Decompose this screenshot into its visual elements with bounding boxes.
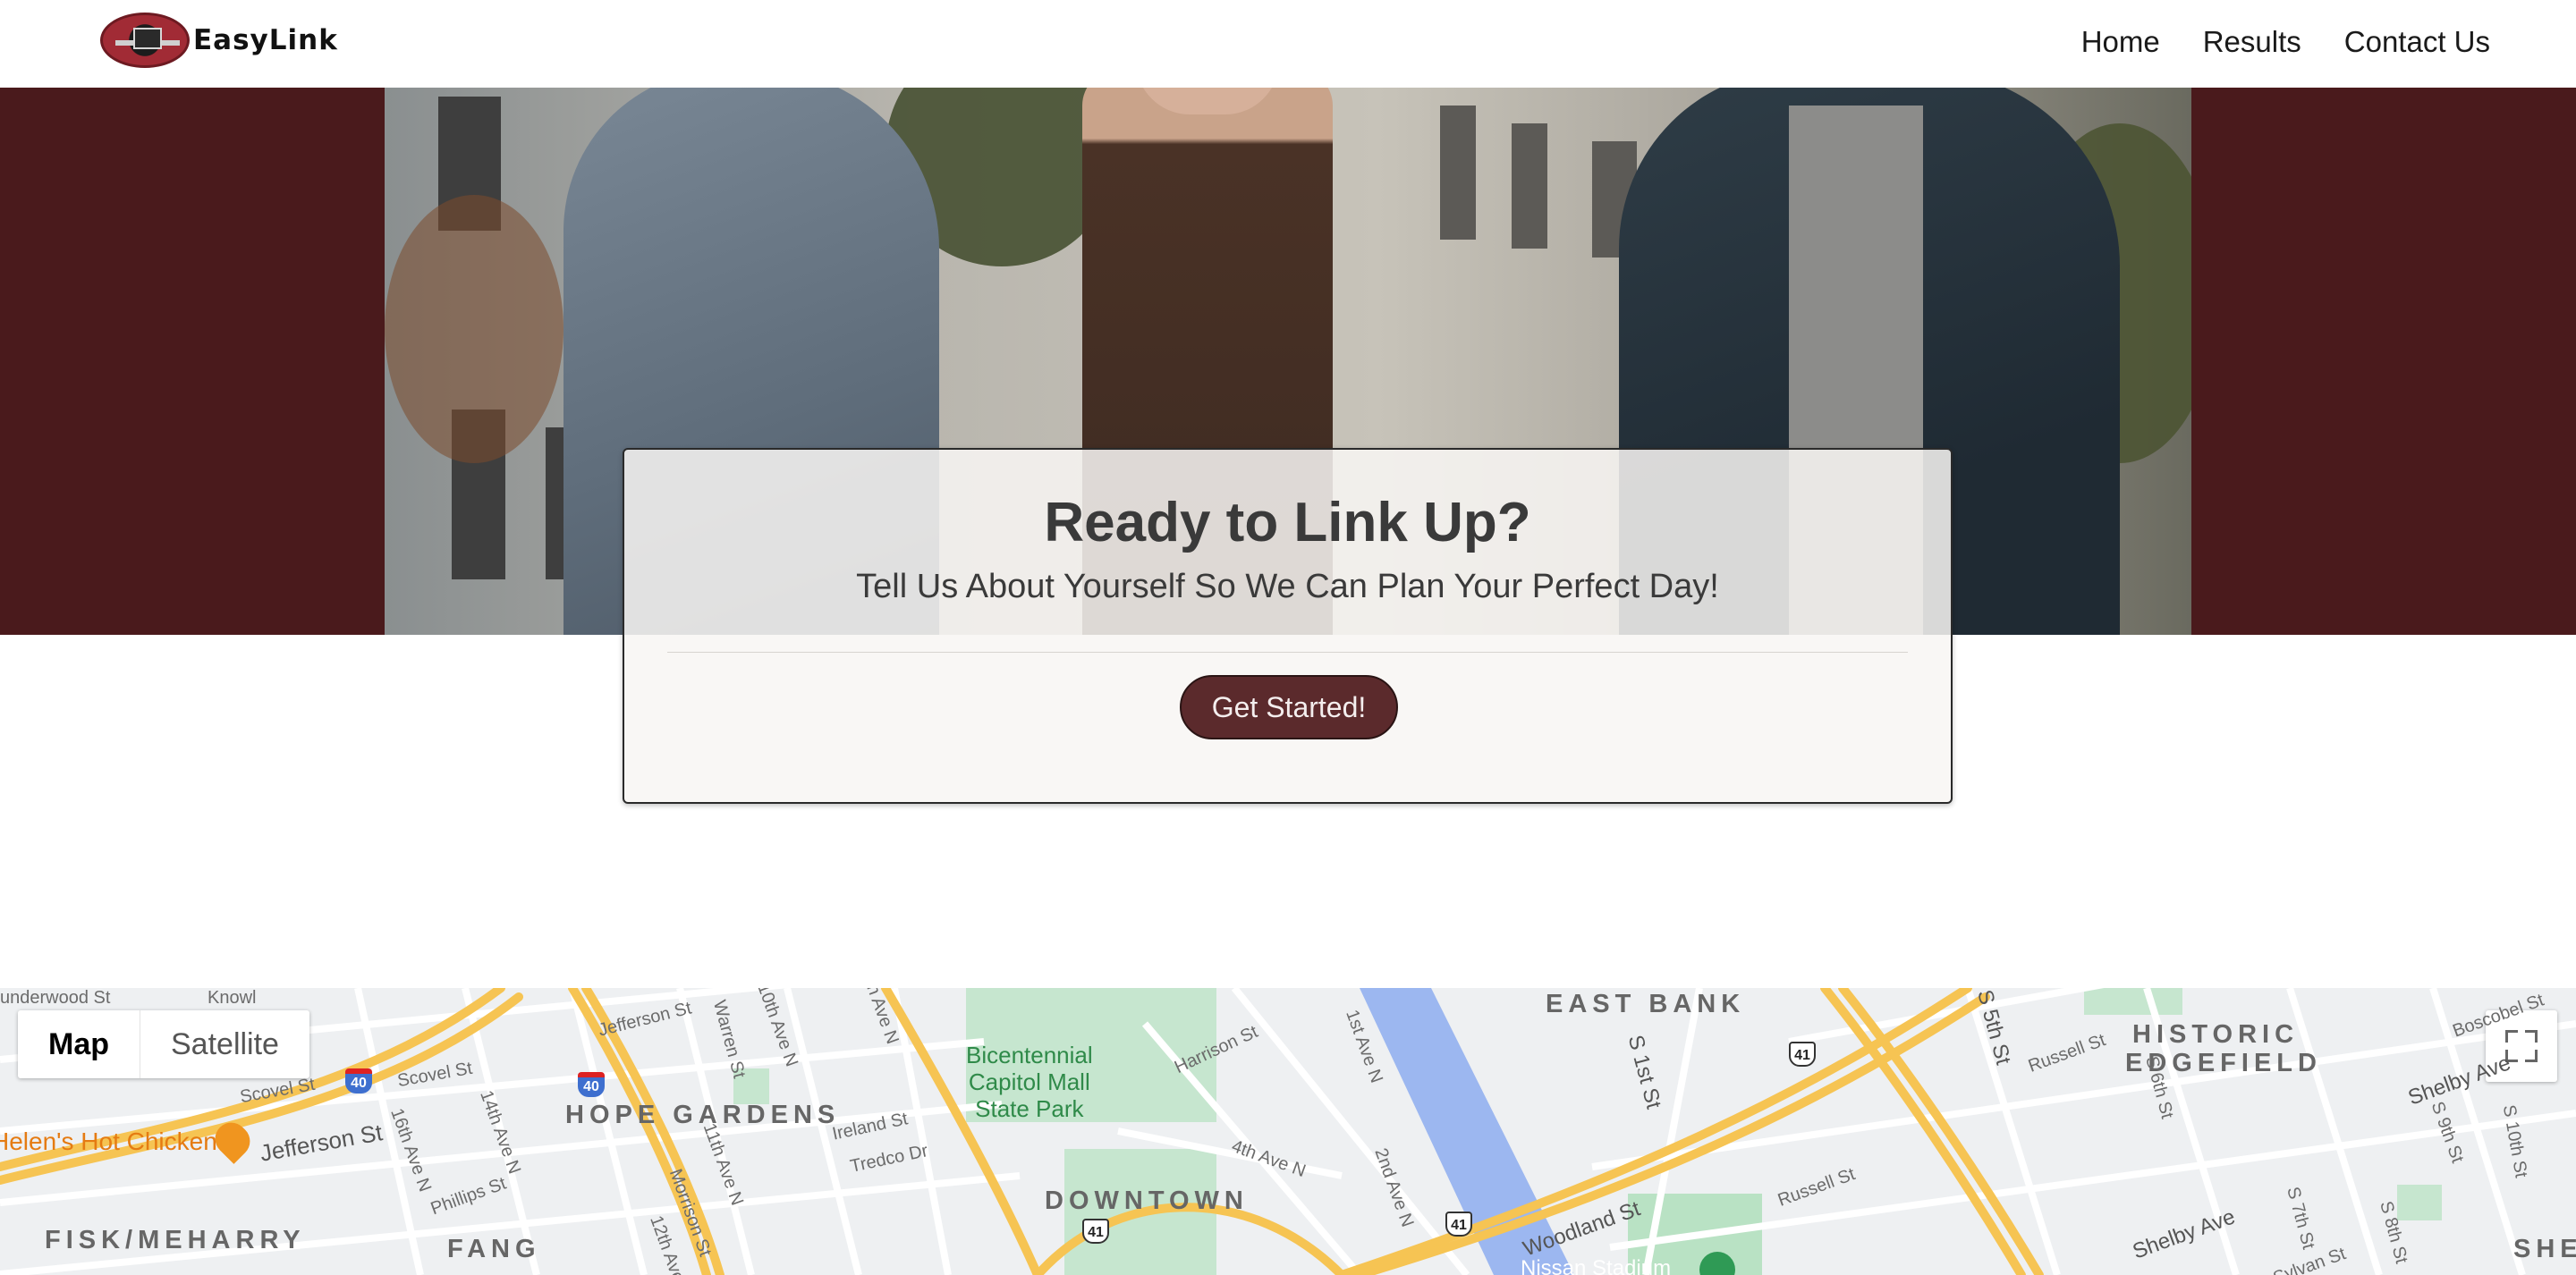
map-type-toggle: Map Satellite: [18, 1010, 309, 1078]
map-type-map[interactable]: Map: [18, 1010, 140, 1078]
street-label: underwood St: [0, 988, 111, 1008]
map-area-label: DOWNTOWN: [1045, 1186, 1249, 1215]
nav-link-home[interactable]: Home: [2081, 25, 2160, 59]
signup-card: Ready to Link Up? Tell Us About Yourself…: [623, 448, 1953, 804]
map-park-label: Bicentennial Capitol Mall State Park: [966, 1042, 1093, 1122]
brand-name: EasyLink: [193, 24, 338, 56]
map-area-label: SHE: [2513, 1235, 2576, 1263]
us-route-shield: 41: [1445, 1212, 1472, 1237]
get-started-button[interactable]: Get Started!: [1180, 675, 1398, 739]
logo-icon: [100, 13, 190, 68]
google-map[interactable]: Map Satellite EAST BANK HISTORIC EDGEFIE…: [0, 988, 2576, 1275]
nav-link-contact-us[interactable]: Contact Us: [2344, 25, 2490, 59]
stadium-label: Nissan Stadium: [1521, 1256, 1672, 1275]
nav-link-results[interactable]: Results: [2203, 25, 2301, 59]
map-area-label: FISK/MEHARRY: [45, 1226, 306, 1254]
card-divider: [667, 652, 1908, 653]
hero-section: Ready to Link Up? Tell Us About Yourself…: [0, 88, 2576, 804]
nav-links: Home Results Contact Us: [2081, 0, 2490, 84]
map-area-label: EAST BANK: [1546, 990, 1746, 1018]
us-route-shield: 41: [1082, 1219, 1109, 1244]
map-area-label: HISTORIC: [2132, 1020, 2300, 1049]
interstate-shield: 40: [345, 1068, 372, 1093]
map-area-label: FANG: [447, 1235, 541, 1263]
street-label: Knowl: [208, 988, 257, 1008]
interstate-shield: 40: [578, 1072, 605, 1097]
brand-logo[interactable]: EasyLink: [100, 13, 338, 68]
navbar: EasyLink Home Results Contact Us: [0, 0, 2576, 88]
card-title: Ready to Link Up?: [1044, 492, 1531, 553]
us-route-shield: 41: [1789, 1042, 1816, 1067]
map-poi-label[interactable]: Helen's Hot Chicken: [0, 1127, 217, 1156]
map-type-satellite[interactable]: Satellite: [140, 1010, 309, 1078]
card-subtitle: Tell Us About Yourself So We Can Plan Yo…: [856, 568, 1719, 605]
